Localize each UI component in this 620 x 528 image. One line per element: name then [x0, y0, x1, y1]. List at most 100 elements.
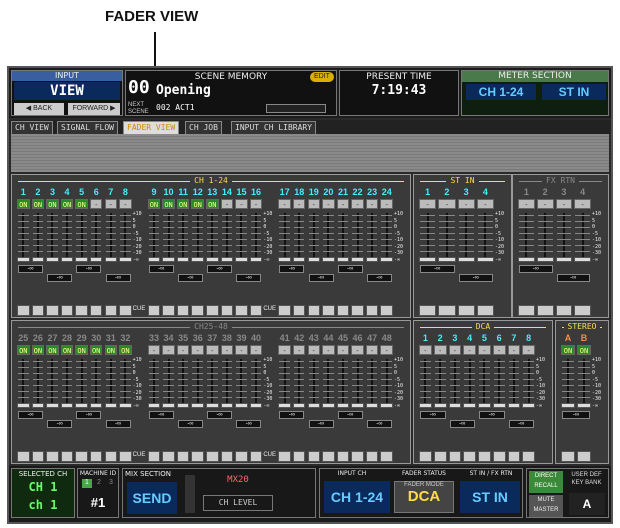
cue-button[interactable] — [249, 451, 263, 462]
fader-knob[interactable] — [476, 257, 494, 262]
on-button[interactable]: ON — [561, 345, 575, 355]
on-button[interactable]: - — [249, 345, 263, 355]
on-button[interactable]: - — [278, 199, 291, 209]
cue-button[interactable] — [292, 451, 306, 462]
on-button[interactable]: - — [162, 345, 175, 355]
cue-button[interactable] — [307, 305, 321, 316]
cue-button[interactable] — [574, 305, 591, 316]
on-button[interactable]: - — [380, 345, 393, 355]
cue-button[interactable] — [457, 305, 475, 316]
on-button[interactable]: ON — [60, 199, 74, 209]
forward-button[interactable]: FORWARD ▶ — [68, 103, 120, 115]
on-button[interactable]: - — [463, 345, 476, 355]
fader-knob[interactable] — [162, 257, 175, 262]
cue-button[interactable] — [249, 305, 263, 316]
fader-knob[interactable] — [336, 403, 350, 408]
cue-button[interactable] — [336, 305, 350, 316]
fader-knob[interactable] — [162, 403, 175, 408]
on-button[interactable]: - — [104, 199, 118, 209]
mute-master-button[interactable]: MUTE MASTER — [529, 495, 563, 517]
cue-button[interactable] — [206, 305, 219, 316]
fader-knob[interactable] — [492, 403, 506, 408]
fader-knob[interactable] — [17, 403, 30, 408]
fader-knob[interactable] — [75, 403, 88, 408]
on-button[interactable]: - — [191, 345, 204, 355]
cue-button[interactable] — [147, 451, 161, 462]
on-button[interactable]: - — [574, 199, 591, 209]
fader-knob[interactable] — [46, 257, 59, 262]
on-button[interactable]: - — [492, 345, 506, 355]
cue-button[interactable] — [75, 305, 88, 316]
cue-button[interactable] — [380, 451, 393, 462]
on-button[interactable]: ON — [176, 199, 190, 209]
fader-knob[interactable] — [278, 257, 291, 262]
cue-button[interactable] — [577, 451, 591, 462]
cue-button[interactable] — [336, 451, 350, 462]
on-button[interactable]: - — [176, 345, 190, 355]
cue-button[interactable] — [322, 305, 335, 316]
on-button[interactable]: ON — [17, 199, 30, 209]
fader-knob[interactable] — [365, 403, 379, 408]
cue-button[interactable] — [60, 305, 74, 316]
cue-button[interactable] — [433, 451, 447, 462]
on-button[interactable]: - — [292, 199, 306, 209]
on-button[interactable]: - — [307, 345, 321, 355]
cue-button[interactable] — [89, 451, 103, 462]
on-button[interactable]: ON — [577, 345, 591, 355]
cue-button[interactable] — [463, 451, 476, 462]
on-button[interactable]: - — [220, 199, 234, 209]
cue-button[interactable] — [17, 451, 30, 462]
cue-button[interactable] — [104, 305, 118, 316]
on-button[interactable]: - — [518, 199, 535, 209]
cue-button[interactable] — [492, 451, 506, 462]
on-button[interactable]: - — [457, 199, 475, 209]
meter-stin-button[interactable]: ST IN — [542, 84, 606, 100]
on-button[interactable]: - — [307, 199, 321, 209]
on-button[interactable]: - — [507, 345, 521, 355]
cue-button[interactable] — [31, 451, 45, 462]
on-button[interactable]: - — [419, 345, 432, 355]
fader-knob[interactable] — [235, 403, 248, 408]
on-button[interactable]: - — [476, 199, 494, 209]
fader-knob[interactable] — [249, 403, 263, 408]
cue-button[interactable] — [191, 305, 204, 316]
fader-knob[interactable] — [522, 403, 535, 408]
fader-knob[interactable] — [206, 257, 219, 262]
tab-ch-job[interactable]: CH JOB — [185, 121, 222, 134]
fader-knob[interactable] — [307, 257, 321, 262]
fader-knob[interactable] — [457, 257, 475, 262]
cue-button[interactable] — [235, 451, 248, 462]
on-button[interactable]: ON — [46, 345, 59, 355]
cue-button[interactable] — [119, 451, 132, 462]
on-button[interactable]: - — [351, 345, 364, 355]
cue-button[interactable] — [365, 451, 379, 462]
fader-knob[interactable] — [147, 403, 161, 408]
tab-ch-view[interactable]: CH VIEW — [11, 121, 53, 134]
cue-button[interactable] — [478, 451, 491, 462]
cue-button[interactable] — [119, 305, 132, 316]
fader-knob[interactable] — [438, 257, 456, 262]
on-button[interactable]: - — [147, 345, 161, 355]
fader-knob[interactable] — [478, 403, 491, 408]
cue-button[interactable] — [46, 451, 59, 462]
cue-button[interactable] — [60, 451, 74, 462]
cue-button[interactable] — [507, 451, 521, 462]
cue-button[interactable] — [419, 305, 437, 316]
fader-knob[interactable] — [119, 403, 132, 408]
on-button[interactable]: ON — [206, 199, 219, 209]
on-button[interactable]: ON — [60, 345, 74, 355]
cue-button[interactable] — [438, 305, 456, 316]
on-button[interactable]: ON — [89, 345, 103, 355]
on-button[interactable]: - — [235, 199, 248, 209]
on-button[interactable]: - — [380, 199, 393, 209]
cue-button[interactable] — [351, 305, 364, 316]
fader-knob[interactable] — [104, 257, 118, 262]
fader-knob[interactable] — [322, 257, 335, 262]
on-button[interactable]: - — [433, 345, 447, 355]
cue-button[interactable] — [104, 451, 118, 462]
cue-button[interactable] — [322, 451, 335, 462]
meter-ch-button[interactable]: CH 1-24 — [466, 84, 536, 100]
fader-knob[interactable] — [518, 257, 535, 262]
cue-button[interactable] — [380, 305, 393, 316]
cue-button[interactable] — [365, 305, 379, 316]
